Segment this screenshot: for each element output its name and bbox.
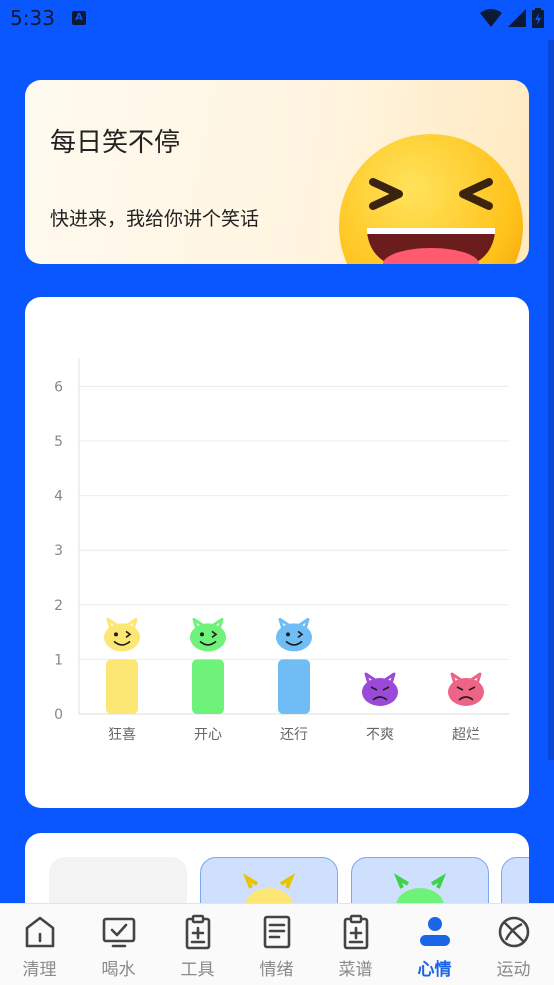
x-tick-label: 开心 [194, 727, 222, 743]
document-icon [263, 915, 291, 949]
mood-face-eye [200, 632, 204, 637]
bar [106, 659, 138, 714]
y-tick-label: 5 [54, 434, 63, 450]
tab-recipes[interactable]: 菜谱 [316, 904, 395, 985]
person-icon [420, 917, 450, 946]
bottom-tab-bar: 清理 喝水 工具 情绪 菜谱 心情 运动 [0, 903, 554, 985]
y-tick-label: 4 [54, 489, 63, 505]
joke-banner[interactable]: 每日笑不停 快进来，我给你讲个笑话 [25, 80, 529, 264]
x-tick-label: 不爽 [366, 727, 394, 743]
tab-mood[interactable]: 心情 [395, 904, 474, 985]
bar [192, 659, 224, 714]
status-time: 5:33 [10, 6, 55, 30]
y-tick-label: 3 [54, 543, 63, 559]
monitor-icon [102, 917, 136, 948]
battery-icon [532, 8, 544, 28]
mood-chart-card: 0 1 2 3 4 5 6 狂喜 开心 还行 不爽 超烂 [25, 297, 529, 808]
tab-sports[interactable]: 运动 [474, 904, 553, 985]
mood-face-icon [104, 623, 140, 652]
mood-bar-chart: 0 1 2 3 4 5 6 狂喜 开心 还行 不爽 超烂 [54, 358, 509, 743]
tab-label: 心情 [417, 960, 452, 980]
notification-icon: A [72, 11, 86, 25]
mood-face-icon [448, 678, 484, 706]
y-tick-label: 6 [54, 379, 63, 395]
banner-subtitle: 快进来，我给你讲个笑话 [50, 208, 260, 230]
y-tick-label: 2 [54, 598, 63, 614]
mood-face-icon [190, 623, 226, 652]
laughing-face-emoji-icon [339, 134, 523, 264]
tab-tools[interactable]: 工具 [158, 904, 237, 985]
tab-label: 工具 [180, 960, 215, 980]
mood-face-icon [276, 623, 312, 652]
tab-emotion[interactable]: 情绪 [237, 904, 316, 985]
scroll-indicator[interactable] [548, 40, 554, 760]
mood-face-eye [114, 632, 118, 637]
tab-label: 运动 [496, 960, 531, 980]
mood-face-eye [286, 632, 290, 637]
clipboard-icon [185, 914, 211, 950]
y-tick-label: 1 [54, 652, 63, 668]
x-tick-label: 超烂 [452, 727, 480, 743]
wifi-icon [480, 9, 502, 27]
tab-label: 喝水 [101, 960, 136, 980]
signal-icon [508, 9, 526, 27]
y-tick-label: 0 [54, 707, 63, 723]
mood-face-icon [362, 678, 398, 706]
tab-label: 情绪 [259, 960, 294, 980]
status-icons [480, 8, 544, 28]
tab-water[interactable]: 喝水 [79, 904, 158, 985]
tab-cleanup[interactable]: 清理 [0, 904, 79, 985]
home-icon [25, 916, 55, 948]
status-bar: 5:33 A [0, 0, 554, 38]
bar [278, 659, 310, 714]
clipboard-plus-icon [343, 914, 369, 950]
tab-label: 清理 [22, 960, 57, 980]
banner-title: 每日笑不停 [50, 128, 181, 158]
x-tick-label: 还行 [280, 727, 308, 743]
tab-label: 菜谱 [338, 960, 373, 980]
ball-icon [498, 916, 530, 948]
x-tick-label: 狂喜 [108, 727, 136, 743]
